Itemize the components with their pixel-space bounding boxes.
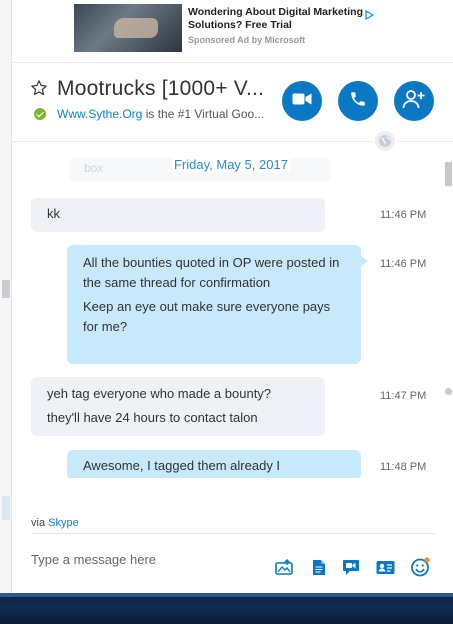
message-bubble-outgoing[interactable]: Awesome, I tagged them already I: [67, 450, 361, 480]
header-divider: [12, 62, 453, 63]
message-text: yeh tag everyone who made a bounty?: [47, 386, 272, 401]
compose-divider: [31, 533, 435, 534]
add-person-icon: [402, 89, 426, 114]
phone-icon: [349, 90, 367, 113]
mood-message: Www.Sythe.Org is the #1 Virtual Goo...: [57, 107, 264, 121]
sponsored-ad[interactable]: Wondering About Digital Marketing Soluti…: [72, 4, 382, 52]
via-label: via Skype: [31, 517, 79, 529]
via-skype-link[interactable]: Skype: [48, 517, 79, 529]
header-bottom-divider: [12, 141, 372, 142]
ad-title[interactable]: Wondering About Digital Marketing Soluti…: [188, 6, 363, 32]
video-message-icon[interactable]: [341, 558, 361, 576]
left-panel-scroll-marker: [2, 280, 10, 298]
send-file-icon[interactable]: [274, 558, 294, 576]
chat-clip-edge: [12, 478, 445, 486]
emoticon-icon[interactable]: [410, 557, 430, 577]
os-taskbar-edge: [0, 593, 453, 597]
mood-link[interactable]: Www.Sythe.Org: [57, 107, 142, 121]
message-text: Keep an eye out make sure everyone pays …: [83, 299, 331, 334]
globe-icon[interactable]: [375, 131, 395, 151]
message-bubble-incoming[interactable]: kk: [31, 198, 325, 232]
chat-scrollbar-thumb[interactable]: [445, 162, 452, 186]
message-text: All the bounties quoted in OP were poste…: [83, 255, 340, 290]
left-panel-scroll-marker: [2, 496, 10, 520]
message-timestamp: 11:46 PM: [380, 209, 427, 221]
mood-text: is the #1 Virtual Goo...: [142, 107, 265, 121]
send-contact-icon[interactable]: [375, 558, 395, 576]
message-text: Awesome, I tagged them already I: [83, 458, 281, 473]
message-timestamp: 11:47 PM: [380, 390, 427, 402]
send-document-icon[interactable]: [309, 558, 329, 576]
header-bottom-divider: [398, 141, 453, 142]
ad-choices-icon[interactable]: [365, 7, 375, 25]
chat-scroll-indicator[interactable]: [445, 388, 452, 395]
message-input[interactable]: [31, 552, 261, 567]
video-call-button[interactable]: [282, 81, 322, 121]
message-timestamp: 11:46 PM: [380, 258, 427, 270]
left-panel-edge: [0, 0, 12, 596]
favorite-star-icon[interactable]: [30, 79, 48, 102]
ad-thumbnail-image: [74, 4, 182, 52]
os-taskbar: [0, 593, 453, 624]
audio-call-button[interactable]: [338, 81, 378, 121]
message-bubble-incoming[interactable]: yeh tag everyone who made a bounty? they…: [31, 377, 325, 436]
message-text: kk: [47, 206, 60, 221]
ad-sponsor-label: Sponsored Ad by Microsoft: [188, 35, 306, 45]
message-bubble-outgoing[interactable]: All the bounties quoted in OP were poste…: [67, 245, 368, 364]
video-camera-icon: [292, 92, 312, 111]
add-people-button[interactable]: [394, 81, 434, 121]
message-text: they'll have 24 hours to contact talon: [47, 410, 258, 425]
message-timestamp: 11:48 PM: [380, 461, 427, 473]
conversation-title[interactable]: Mootrucks [1000+ V...: [57, 77, 264, 101]
date-separator: Friday, May 5, 2017: [172, 157, 290, 172]
presence-online-icon: [34, 108, 46, 120]
